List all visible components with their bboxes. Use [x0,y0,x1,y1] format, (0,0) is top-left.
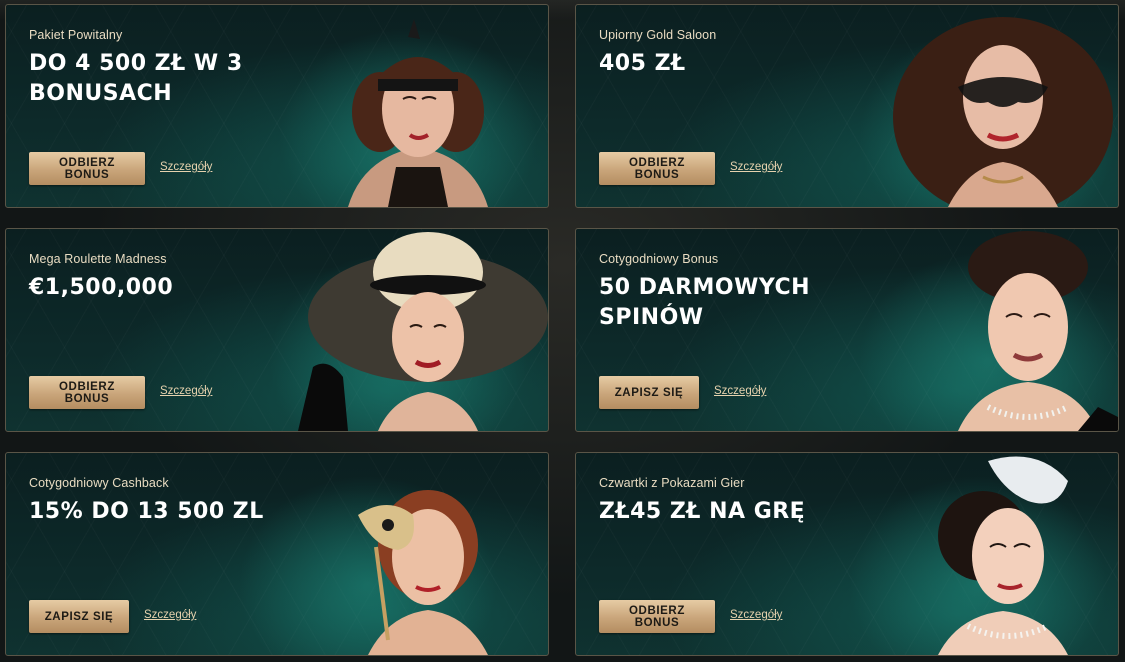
promo-title: 15% DO 13 500 ZL [29,499,264,524]
promo-card-weekly-bonus: Cotygodniowy Bonus 50 DARMOWYCH SPINÓW Z… [575,228,1119,432]
promo-title: 50 DARMOWYCH SPINÓW [599,275,811,330]
claim-bonus-button[interactable]: ODBIERZ BONUS [29,152,145,185]
sign-up-button[interactable]: ZAPISZ SIĘ [29,600,129,633]
promo-title: 405 ZŁ [599,51,686,76]
claim-bonus-button[interactable]: ODBIERZ BONUS [29,376,145,409]
sign-up-button[interactable]: ZAPISZ SIĘ [599,376,699,409]
promo-title: DO 4 500 ZŁ W 3 BONUSACH [29,51,243,106]
claim-bonus-button[interactable]: ODBIERZ BONUS [599,600,715,633]
promo-subtitle: Cotygodniowy Bonus [599,252,719,266]
promo-subtitle: Czwartki z Pokazami Gier [599,476,745,490]
details-link[interactable]: Szczegóły [730,609,782,621]
promo-subtitle: Pakiet Powitalny [29,28,123,42]
woman-with-feather-fascinator-portrait [938,456,1068,655]
details-link[interactable]: Szczegóły [160,161,212,173]
promo-subtitle: Cotygodniowy Cashback [29,476,169,490]
details-link[interactable]: Szczegóły [714,385,766,397]
promo-card-weekly-cashback: Cotygodniowy Cashback 15% DO 13 500 ZL Z… [5,452,549,656]
woman-with-gold-mask-portrait [358,490,488,655]
promo-title: €1,500,000 [29,275,174,300]
woman-with-wide-hat-portrait [298,232,548,431]
promo-card-game-show-thursdays: Czwartki z Pokazami Gier ZŁ45 ZŁ NA GRĘ … [575,452,1119,656]
promotions-grid: Pakiet Powitalny DO 4 500 ZŁ W 3 BONUSAC… [0,0,1125,662]
woman-with-lace-mask-portrait [893,17,1113,207]
details-link[interactable]: Szczegóły [160,385,212,397]
claim-bonus-button[interactable]: ODBIERZ BONUS [599,152,715,185]
promo-card-mega-roulette: Mega Roulette Madness €1,500,000 ODBIERZ… [5,228,549,432]
details-link[interactable]: Szczegóły [730,161,782,173]
promo-subtitle: Mega Roulette Madness [29,252,167,266]
promo-card-welcome-package: Pakiet Powitalny DO 4 500 ZŁ W 3 BONUSAC… [5,4,549,208]
promo-title: ZŁ45 ZŁ NA GRĘ [599,499,806,524]
details-link[interactable]: Szczegóły [144,609,196,621]
woman-with-pearls-portrait [958,231,1118,431]
promo-card-gold-saloon: Upiorny Gold Saloon 405 ZŁ ODBIERZ BONUS… [575,4,1119,208]
promo-subtitle: Upiorny Gold Saloon [599,28,717,42]
woman-with-headband-portrait [348,19,488,207]
